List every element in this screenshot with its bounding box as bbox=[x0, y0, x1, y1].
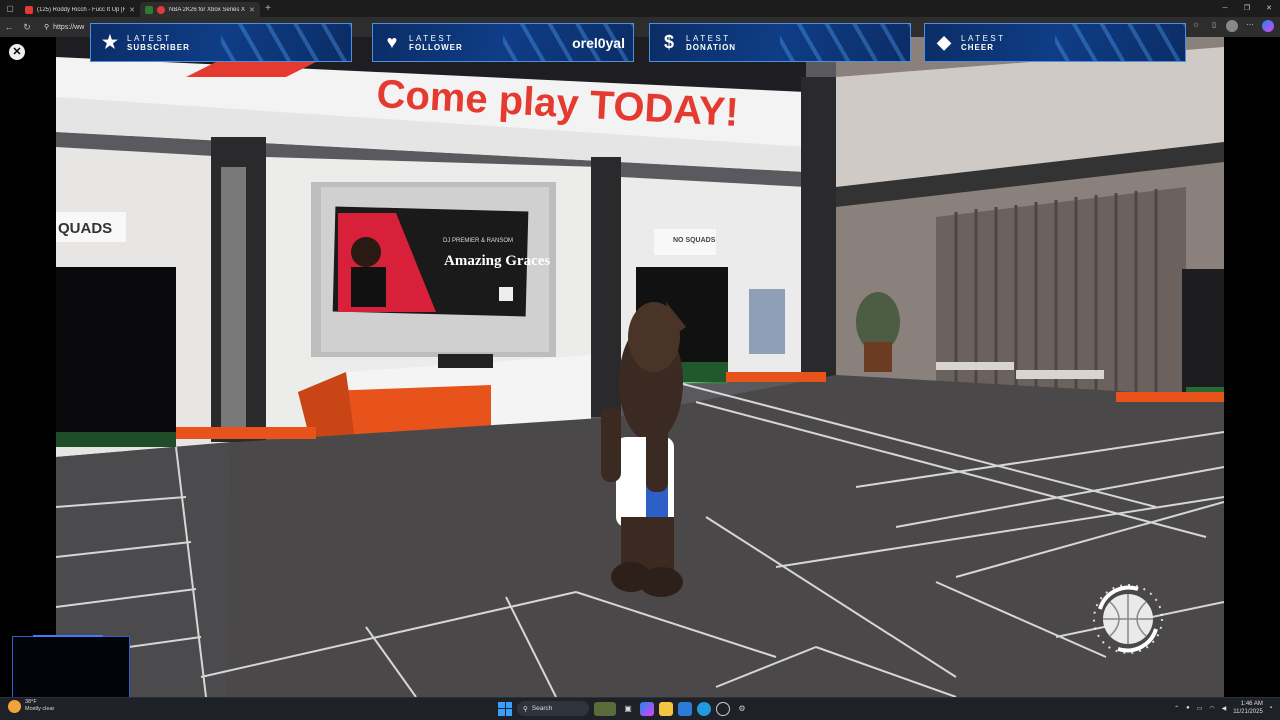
close-tab-icon[interactable]: ✕ bbox=[249, 6, 255, 14]
new-tab-button[interactable]: + bbox=[260, 3, 276, 14]
xbox-app-icon[interactable] bbox=[716, 701, 730, 716]
back-arrow-icon[interactable]: ← bbox=[0, 22, 18, 32]
taskbar-apps: ⚲ Search ▣ ⚙ bbox=[498, 701, 749, 716]
star-icon: ★ bbox=[101, 32, 119, 52]
clock-date: 11/21/2025 bbox=[1233, 709, 1263, 715]
heart-icon: ♥ bbox=[386, 32, 398, 52]
url-text: https://ww bbox=[53, 23, 85, 31]
alert-label-top: LATEST bbox=[961, 33, 1006, 43]
site-info-icon[interactable]: ⚲ bbox=[44, 23, 49, 31]
copilot-taskbar-icon[interactable] bbox=[640, 701, 654, 716]
game-scene: Come play TODAY! QUADS DJ PREMIER & RANS… bbox=[56, 37, 1224, 697]
chevron-up-icon[interactable]: ⌃ bbox=[1174, 705, 1179, 712]
volume-icon[interactable]: ◀ bbox=[1222, 705, 1227, 712]
close-tab-icon[interactable]: ✕ bbox=[129, 6, 135, 14]
tab-youtube[interactable]: (125) Roddy Ricch - Fucc It Up [R... ✕ bbox=[20, 2, 140, 17]
favorite-star-icon[interactable]: ☆ bbox=[1190, 20, 1202, 32]
search-icon: ⚲ bbox=[523, 705, 528, 713]
alert-label-bottom: DONATION bbox=[686, 42, 737, 52]
notification-icon[interactable]: ▪ bbox=[1270, 705, 1272, 711]
copilot-icon[interactable] bbox=[1262, 20, 1274, 32]
xbox-sidebar bbox=[0, 37, 56, 697]
alert-label-top: LATEST bbox=[686, 33, 731, 43]
tv-title: Amazing Graces bbox=[444, 253, 550, 269]
refresh-icon[interactable]: ↻ bbox=[18, 22, 36, 33]
tab-nba2k26[interactable]: NBA 2K26 for Xbox Series X... ✕ bbox=[140, 2, 260, 17]
browser-tab-bar: ▢ (125) Roddy Ricch - Fucc It Up [R... ✕… bbox=[0, 0, 1280, 17]
weather-widget[interactable]: 38°F Mostly clear bbox=[8, 699, 54, 713]
taskbar-search[interactable]: ⚲ Search bbox=[517, 701, 589, 716]
latest-cheer-alert: ◆ LATEST CHEER bbox=[924, 23, 1186, 62]
tab-title: (125) Roddy Ricch - Fucc It Up [R... bbox=[37, 6, 126, 13]
mic-icon[interactable]: ● bbox=[1186, 705, 1190, 711]
more-options-icon[interactable]: ⋯ bbox=[1244, 20, 1256, 32]
recording-icon bbox=[157, 5, 165, 14]
webcam-frame bbox=[12, 635, 130, 700]
toolbar-right: ☆ ▯ ⋯ bbox=[1190, 20, 1274, 32]
settings-gear-icon[interactable]: ⚙ bbox=[735, 702, 749, 716]
weather-icon bbox=[8, 699, 21, 713]
latest-donation-alert: $ LATEST DONATION bbox=[649, 23, 911, 62]
diamond-icon: ◆ bbox=[937, 32, 951, 52]
alert-label-top: LATEST bbox=[409, 33, 454, 43]
store-icon[interactable] bbox=[678, 701, 692, 716]
wifi-icon[interactable]: ◠ bbox=[1209, 705, 1214, 712]
quads-sign: QUADS bbox=[58, 220, 112, 237]
xbox-icon[interactable]: ✕ bbox=[9, 44, 25, 60]
clock-time: 1:46 AM bbox=[1240, 701, 1263, 707]
no-squads-sign: NO SQUADS bbox=[673, 237, 716, 244]
game-stream-viewport[interactable]: Come play TODAY! QUADS DJ PREMIER & RANS… bbox=[56, 37, 1224, 697]
clock[interactable]: 1:46 AM 11/21/2025 bbox=[1233, 700, 1263, 716]
edge-icon[interactable] bbox=[697, 701, 711, 716]
profile-avatar[interactable] bbox=[1226, 20, 1238, 32]
minimize-button[interactable]: ─ bbox=[1214, 0, 1236, 17]
desktop: ▢ (125) Roddy Ricch - Fucc It Up [R... ✕… bbox=[0, 0, 1280, 720]
url-field[interactable]: ⚲ https://ww bbox=[44, 23, 85, 32]
widgets-icon[interactable] bbox=[594, 701, 616, 716]
latest-subscriber-alert: ★ LATEST SUBSCRIBER bbox=[90, 23, 352, 62]
alert-label-bottom: SUBSCRIBER bbox=[127, 42, 190, 52]
tab-title: NBA 2K26 for Xbox Series X... bbox=[169, 6, 246, 13]
alert-label-top: LATEST bbox=[127, 33, 172, 43]
close-window-button[interactable]: ✕ bbox=[1258, 0, 1280, 17]
alert-label-bottom: FOLLOWER bbox=[409, 42, 463, 52]
restore-button[interactable]: ❐ bbox=[1236, 0, 1258, 17]
weather-temp: 38°F bbox=[25, 699, 37, 705]
window-controls: ─ ❐ ✕ bbox=[1214, 0, 1280, 17]
weather-desc: Mostly clear bbox=[25, 706, 55, 712]
right-letterbox bbox=[1224, 37, 1280, 697]
monitor-icon[interactable]: ▭ bbox=[1197, 705, 1203, 712]
task-view-icon[interactable]: ▣ bbox=[621, 702, 635, 716]
latest-follower-alert: ♥ LATEST FOLLOWER orel0yal bbox=[372, 23, 634, 62]
alert-label-bottom: CHEER bbox=[961, 42, 995, 52]
youtube-icon bbox=[25, 5, 33, 14]
windows-taskbar: 38°F Mostly clear ⚲ Search ▣ ⚙ ⌃ ● ▭ ◠ ◀ bbox=[0, 697, 1280, 720]
dollar-icon: $ bbox=[663, 32, 674, 52]
tv-subtitle: DJ PREMIER & RANSOM bbox=[443, 238, 513, 244]
start-button[interactable] bbox=[498, 701, 512, 716]
tab-actions-icon[interactable]: ▢ bbox=[0, 0, 20, 17]
xbox-tab-icon bbox=[145, 5, 153, 14]
file-explorer-icon[interactable] bbox=[659, 701, 673, 716]
search-label: Search bbox=[531, 705, 553, 712]
split-screen-icon[interactable]: ▯ bbox=[1208, 20, 1220, 32]
system-tray: ⌃ ● ▭ ◠ ◀ 1:46 AM 11/21/2025 ▪ bbox=[1174, 700, 1272, 716]
alert-value: orel0yal bbox=[572, 35, 625, 51]
